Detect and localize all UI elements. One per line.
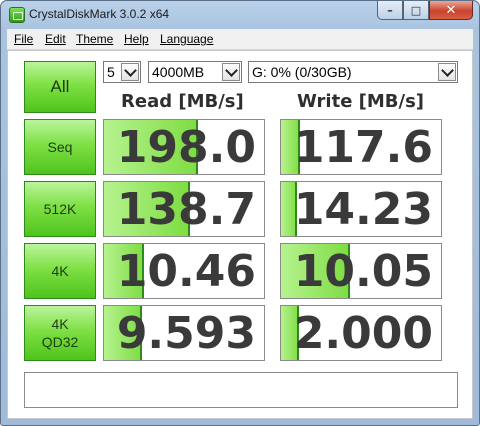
write-value: 14.23 xyxy=(293,184,433,235)
chevron-down-icon xyxy=(438,63,456,81)
test-button[interactable]: 4K xyxy=(24,243,96,299)
read-header: Read [MB/s] xyxy=(121,91,244,112)
read-result-cell: 10.46 xyxy=(103,243,265,299)
chevron-down-icon xyxy=(121,63,139,81)
menu-file[interactable]: File xyxy=(14,32,33,46)
title-bar[interactable]: CrystalDiskMark 3.0.2 x64 – □ ✕ xyxy=(1,1,479,29)
close-button[interactable]: ✕ xyxy=(429,1,473,20)
test-button-label: Seq xyxy=(47,139,73,155)
drive-value: G: 0% (0/30GB) xyxy=(252,64,352,80)
test-button[interactable]: 4K QD32 xyxy=(24,305,96,361)
test-button-label: 4K xyxy=(51,316,69,332)
write-result-cell: 10.05 xyxy=(280,243,442,299)
read-value: 138.7 xyxy=(116,184,256,235)
window-controls: – □ ✕ xyxy=(377,1,473,21)
minimize-button[interactable]: – xyxy=(377,1,403,20)
drive-select[interactable]: G: 0% (0/30GB) xyxy=(248,61,458,83)
read-result-cell: 9.593 xyxy=(103,305,265,361)
test-button-label: QD32 xyxy=(41,334,79,350)
window-title: CrystalDiskMark 3.0.2 x64 xyxy=(29,7,170,21)
test-button-label: 4K xyxy=(51,263,69,279)
write-header: Write [MB/s] xyxy=(297,91,425,112)
runs-value: 5 xyxy=(107,64,115,80)
write-value: 117.6 xyxy=(293,122,433,173)
menu-bar: File Edit Theme Help Language xyxy=(7,29,473,50)
all-button[interactable]: All xyxy=(24,61,96,113)
app-icon xyxy=(9,7,25,23)
read-value: 9.593 xyxy=(116,308,256,359)
size-select[interactable]: 4000MB xyxy=(148,61,242,83)
test-button-label: 512K xyxy=(43,201,77,217)
minimize-icon: – xyxy=(387,3,393,17)
app-window: CrystalDiskMark 3.0.2 x64 – □ ✕ File Edi… xyxy=(0,0,480,426)
test-button[interactable]: Seq xyxy=(24,119,96,175)
size-value: 4000MB xyxy=(152,64,205,80)
maximize-button[interactable]: □ xyxy=(403,1,429,20)
test-button[interactable]: 512K xyxy=(24,181,96,237)
maximize-icon: □ xyxy=(410,3,422,17)
write-result-cell: 2.000 xyxy=(280,305,442,361)
read-value: 10.46 xyxy=(116,246,256,297)
read-result-cell: 198.0 xyxy=(103,119,265,175)
status-box xyxy=(24,372,458,408)
menu-theme[interactable]: Theme xyxy=(76,32,113,46)
read-result-cell: 138.7 xyxy=(103,181,265,237)
write-result-cell: 117.6 xyxy=(280,119,442,175)
read-value: 198.0 xyxy=(116,122,256,173)
main-panel: All 5 4000MB G: 0% (0/30GB) Read [MB/s] … xyxy=(7,50,473,419)
menu-edit[interactable]: Edit xyxy=(45,32,66,46)
write-value: 10.05 xyxy=(293,246,433,297)
write-value: 2.000 xyxy=(293,308,433,359)
runs-select[interactable]: 5 xyxy=(103,61,141,83)
menu-language[interactable]: Language xyxy=(160,32,213,46)
chevron-down-icon xyxy=(222,63,240,81)
write-result-cell: 14.23 xyxy=(280,181,442,237)
close-icon: ✕ xyxy=(445,2,457,18)
menu-help[interactable]: Help xyxy=(124,32,149,46)
